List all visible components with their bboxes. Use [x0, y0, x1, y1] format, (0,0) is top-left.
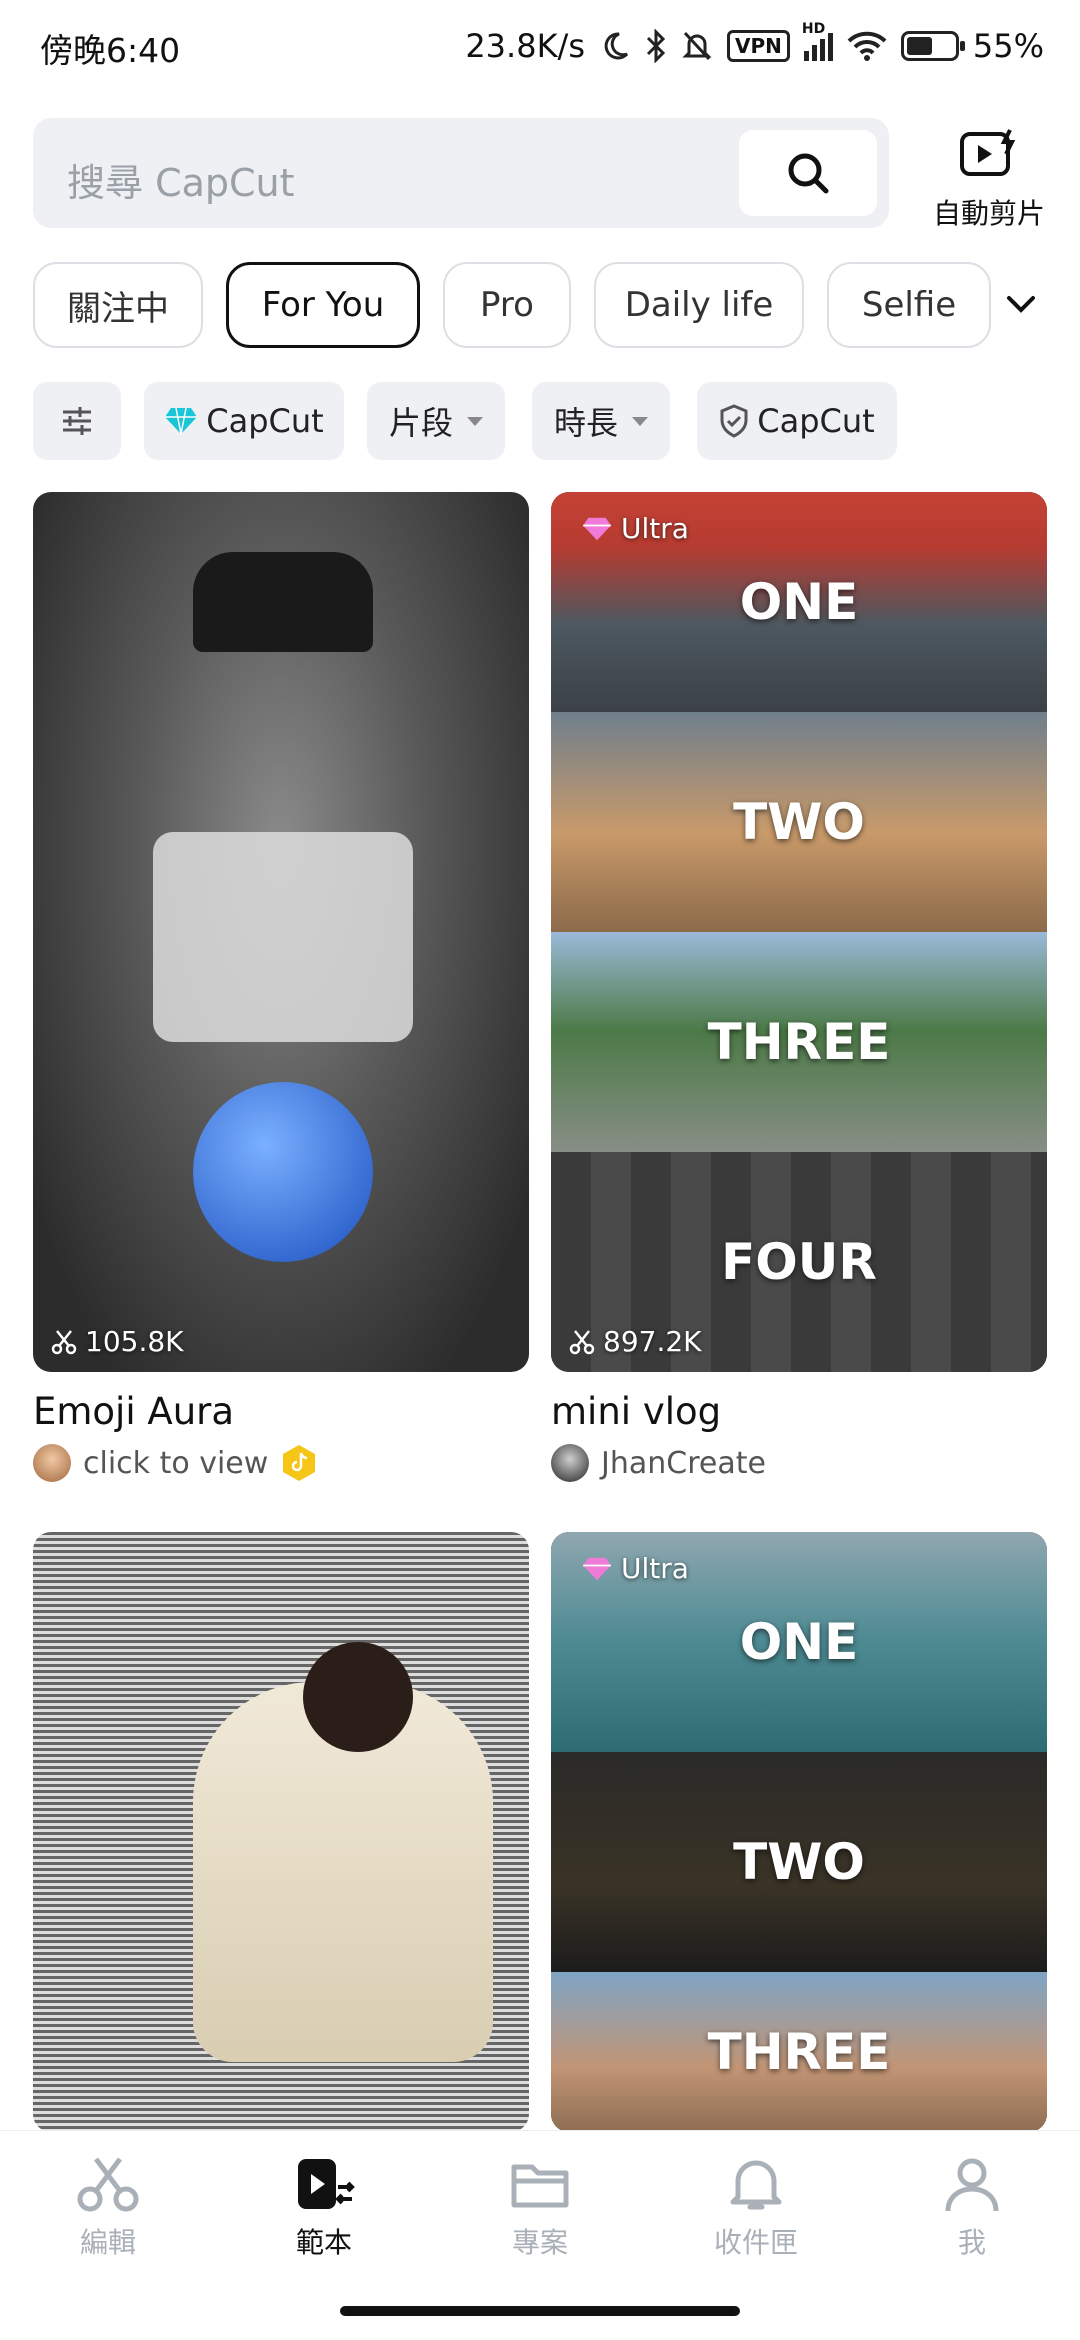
video-flash-icon — [960, 129, 1016, 176]
status-time: 傍晚6:40 — [40, 31, 181, 70]
tiktok-badge-icon — [283, 1445, 316, 1481]
scissors-icon — [51, 1329, 77, 1354]
tab-selfie[interactable]: Selfie — [827, 262, 991, 348]
template-icon — [298, 2159, 355, 2209]
filter-duration-label: 時長 — [553, 404, 618, 442]
sliders-icon — [63, 407, 91, 435]
auto-cut-label: 自動剪片 — [932, 197, 1045, 230]
tab-pro[interactable]: Pro — [443, 262, 571, 348]
filter-capcut-verified[interactable]: CapCut — [697, 382, 897, 460]
segment-label: THREE — [551, 932, 1047, 1152]
nav-templates-label: 範本 — [295, 2226, 352, 2259]
nav-projects-label: 專案 — [511, 2226, 568, 2259]
emoji-sticker — [193, 1082, 373, 1262]
author-name: JhanCreate — [601, 1445, 766, 1481]
thumbnail-image — [193, 552, 373, 652]
usage-count-label: 897.2K — [603, 1325, 702, 1358]
segment-label: THREE — [551, 1972, 1047, 2132]
thumbnail-image — [303, 1642, 413, 1752]
usage-count-label: 105.8K — [85, 1325, 184, 1358]
battery-icon — [900, 31, 965, 61]
segment-label: TWO — [551, 712, 1047, 932]
template-title[interactable]: Emoji Aura — [33, 1390, 234, 1433]
bell-icon — [730, 2160, 782, 2210]
filter-capcut-verified-label: CapCut — [757, 402, 875, 440]
avatar — [33, 1444, 71, 1482]
signal-icon: HD — [802, 21, 833, 61]
folder-icon — [511, 2164, 569, 2208]
status-icons: 23.8K/s VPN HD 55% — [465, 21, 1044, 68]
nav-inbox-label: 收件匣 — [713, 2226, 798, 2259]
filter-capcut-pro[interactable]: CapCut — [144, 382, 344, 460]
search-button[interactable] — [739, 130, 877, 216]
caret-down-icon — [632, 416, 648, 426]
diamond-icon — [165, 407, 198, 435]
ultra-badge: Ultra — [581, 512, 689, 545]
filter-capcut-pro-label: CapCut — [206, 402, 324, 440]
template-card[interactable]: ONE TWO THREE FOUR Ultra 897.2K — [551, 492, 1047, 1372]
chevron-down-icon[interactable] — [1001, 284, 1041, 324]
tab-following[interactable]: 關注中 — [33, 262, 203, 348]
filter-segments-label: 片段 — [388, 404, 453, 442]
template-card[interactable]: ONE TWO THREE Ultra — [551, 1532, 1047, 2132]
filter-segments[interactable]: 片段 — [367, 382, 505, 460]
segment-label: TWO — [551, 1752, 1047, 1972]
network-speed: 23.8K/s — [465, 27, 585, 65]
moon-icon — [604, 32, 629, 60]
usage-count: 897.2K — [569, 1325, 702, 1358]
search-bar[interactable]: 搜尋 CapCut — [33, 118, 889, 228]
scissors-icon — [569, 1329, 595, 1354]
home-indicator[interactable] — [340, 2306, 740, 2316]
template-author[interactable]: JhanCreate — [551, 1444, 766, 1482]
nav-inbox[interactable]: 收件匣 — [676, 2157, 836, 2261]
category-tabs: 關注中 For You Pro Daily life Selfie — [33, 262, 1043, 348]
ultra-badge-label: Ultra — [621, 1552, 689, 1585]
template-card[interactable] — [33, 1532, 529, 2132]
search-placeholder[interactable]: 搜尋 CapCut — [67, 152, 295, 207]
template-card[interactable]: 105.8K — [33, 492, 529, 1372]
nav-edit[interactable]: 編輯 — [28, 2157, 188, 2261]
person-icon — [945, 2158, 999, 2212]
vpn-badge: VPN — [727, 30, 790, 62]
nav-me-label: 我 — [957, 2226, 986, 2259]
tab-daily-life[interactable]: Daily life — [594, 262, 804, 348]
mute-bell-icon — [682, 31, 712, 61]
wifi-icon — [847, 31, 887, 61]
search-icon — [788, 153, 829, 194]
network-type-label: HD — [801, 21, 826, 37]
nav-templates[interactable]: 範本 — [244, 2157, 404, 2261]
avatar — [551, 1444, 589, 1482]
nav-me[interactable]: 我 — [892, 2157, 1052, 2261]
thumbnail-image — [153, 832, 413, 1042]
ultra-badge: Ultra — [581, 1552, 689, 1585]
template-author[interactable]: click to view — [33, 1444, 318, 1482]
diamond-icon — [583, 517, 611, 540]
filter-settings-button[interactable] — [33, 382, 121, 460]
caret-down-icon — [467, 416, 483, 426]
status-bar: 傍晚6:40 23.8K/s VPN HD 55% — [0, 0, 1080, 92]
author-name: click to view — [83, 1445, 269, 1481]
filter-duration[interactable]: 時長 — [532, 382, 670, 460]
shield-check-icon — [720, 404, 748, 438]
tab-for-you[interactable]: For You — [226, 262, 420, 348]
auto-cut-button[interactable]: 自動剪片 — [924, 128, 1054, 232]
nav-edit-label: 編輯 — [79, 2226, 136, 2259]
filter-bar: CapCut 片段 時長 CapCut — [33, 382, 1043, 460]
bluetooth-icon — [646, 29, 666, 63]
scissors-icon — [77, 2157, 139, 2212]
nav-projects[interactable]: 專案 — [460, 2157, 620, 2261]
template-title[interactable]: mini vlog — [551, 1390, 721, 1433]
usage-count: 105.8K — [51, 1325, 184, 1358]
diamond-icon — [583, 1557, 611, 1580]
battery-percent: 55% — [972, 27, 1044, 65]
ultra-badge-label: Ultra — [621, 512, 689, 545]
